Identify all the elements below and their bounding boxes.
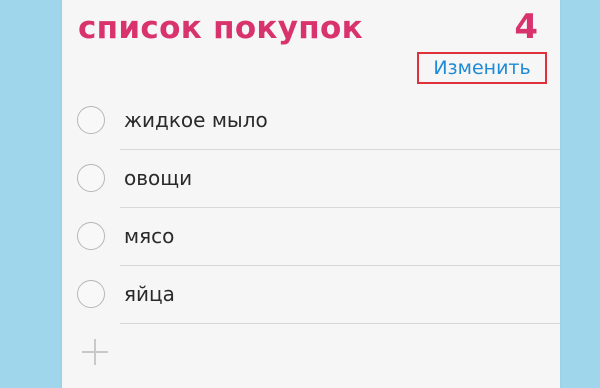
list-title: список покупок	[78, 10, 363, 46]
edit-button[interactable]: Изменить	[417, 52, 547, 84]
item-label[interactable]: жидкое мыло	[124, 108, 268, 132]
item-label[interactable]: яйца	[124, 282, 175, 306]
checkbox-circle-icon[interactable]	[77, 222, 105, 250]
list-item[interactable]: мясо	[62, 208, 560, 266]
list-item[interactable]: жидкое мыло	[62, 92, 560, 150]
list-item[interactable]: яйца	[62, 266, 560, 324]
item-label[interactable]: мясо	[124, 224, 174, 248]
list-item[interactable]: овощи	[62, 150, 560, 208]
item-count: 4	[514, 7, 538, 47]
reminder-items: жидкое мыло овощи мясо яйца	[62, 92, 560, 382]
plus-icon[interactable]	[82, 339, 108, 365]
checkbox-circle-icon[interactable]	[77, 106, 105, 134]
item-label[interactable]: овощи	[124, 166, 192, 190]
add-item-row[interactable]	[62, 324, 560, 382]
reminders-list-card: список покупок 4 Изменить жидкое мыло ов…	[62, 0, 560, 388]
checkbox-circle-icon[interactable]	[77, 280, 105, 308]
checkbox-circle-icon[interactable]	[77, 164, 105, 192]
